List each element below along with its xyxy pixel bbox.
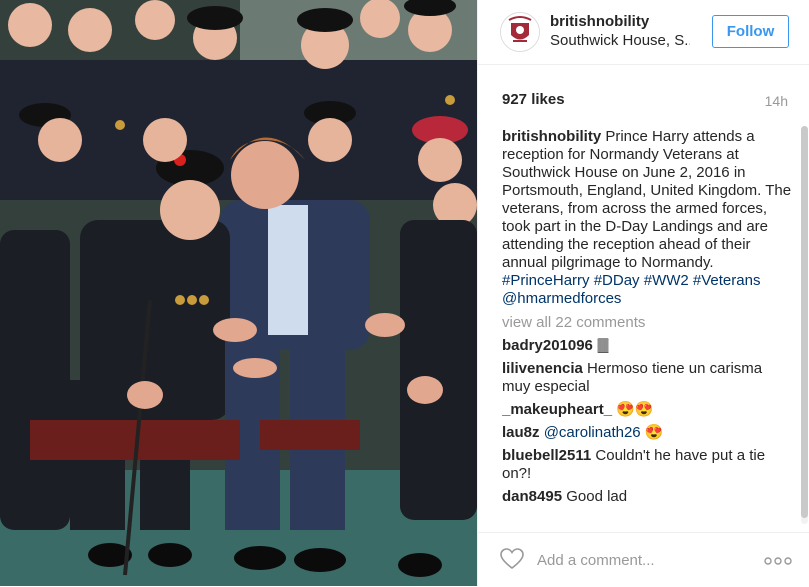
comment-username[interactable]: bluebell2511 bbox=[502, 447, 591, 464]
view-all-comments-link[interactable]: view all 22 comments bbox=[502, 314, 794, 332]
caption-username[interactable]: britishnobility bbox=[502, 128, 601, 145]
post-location[interactable]: Southwick House, S... bbox=[550, 32, 690, 49]
comment-username[interactable]: dan8495 bbox=[502, 488, 562, 505]
comment-username[interactable]: lau8z bbox=[502, 424, 540, 441]
comment: lilivenencia Hermoso tiene un carisma mu… bbox=[502, 360, 794, 396]
scrollbar-thumb[interactable] bbox=[801, 126, 808, 518]
add-comment-input[interactable]: Add a comment... bbox=[537, 552, 655, 569]
post-header: britishnobility Southwick House, S... Fo… bbox=[478, 0, 809, 65]
photo-illustration bbox=[0, 0, 477, 586]
comment-text: 😍 bbox=[644, 424, 664, 441]
hashtag[interactable]: #WW2 bbox=[644, 272, 689, 289]
hashtag[interactable]: #DDay bbox=[594, 272, 640, 289]
avatar[interactable] bbox=[500, 12, 540, 52]
post-caption: britishnobility Prince Harry attends a r… bbox=[502, 128, 794, 308]
comments-scrollbar[interactable] bbox=[801, 126, 808, 524]
caption-mention[interactable]: @hmarmedforces bbox=[502, 290, 621, 307]
post-photo[interactable] bbox=[0, 0, 477, 586]
instagram-post: britishnobility Southwick House, S... Fo… bbox=[0, 0, 809, 586]
comment-username[interactable]: lilivenencia bbox=[502, 360, 583, 377]
comment-username[interactable]: badry201096 bbox=[502, 337, 593, 354]
post-time[interactable]: 14h bbox=[765, 93, 788, 109]
comment-bar: Add a comment... bbox=[478, 532, 809, 587]
comment-text: Good lad bbox=[566, 488, 628, 505]
more-options-icon[interactable] bbox=[764, 553, 792, 565]
post-username[interactable]: britishnobility bbox=[550, 13, 649, 30]
comment: badry201096 🀫 bbox=[502, 337, 794, 355]
comment: lau8z @carolinath26 😍 bbox=[502, 424, 794, 442]
crest-logo-icon bbox=[501, 13, 539, 51]
heart-outline-icon[interactable] bbox=[500, 548, 524, 570]
post-side-panel: britishnobility Southwick House, S... Fo… bbox=[477, 0, 809, 586]
hashtag[interactable]: #PrinceHarry bbox=[502, 272, 590, 289]
comment-mention[interactable]: @carolinath26 bbox=[544, 424, 641, 441]
caption-text: Prince Harry attends a reception for Nor… bbox=[502, 128, 792, 271]
comment-username[interactable]: _makeupheart_ bbox=[502, 401, 612, 418]
comment: _makeupheart_ 😍😍 bbox=[502, 401, 794, 419]
comment-text: 😍😍 bbox=[616, 401, 654, 418]
likes-count[interactable]: 927 likes bbox=[502, 91, 565, 108]
comment-text: 🀫 bbox=[597, 337, 610, 354]
comments-list[interactable]: britishnobility Prince Harry attends a r… bbox=[502, 128, 794, 526]
comment: dan8495 Good lad bbox=[502, 488, 794, 506]
follow-button[interactable]: Follow bbox=[712, 15, 789, 48]
comment: bluebell2511 Couldn't he have put a tie … bbox=[502, 447, 794, 483]
hashtag[interactable]: #Veterans bbox=[693, 272, 761, 289]
